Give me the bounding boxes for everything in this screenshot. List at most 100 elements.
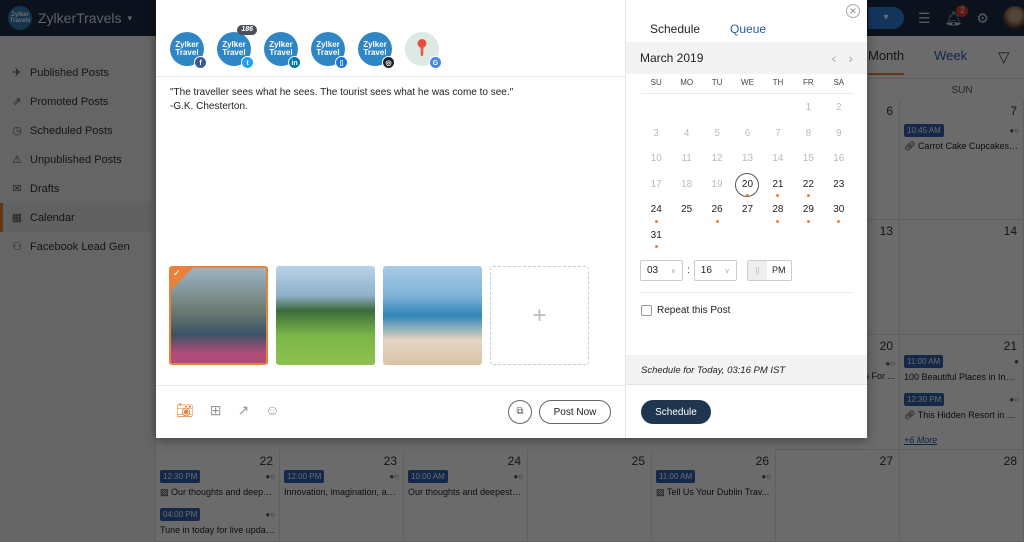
day-cell[interactable]: 24 10:00 AM ●○ Our thoughts and deepest s..… [404,450,528,542]
preview-button[interactable]: ⧉ [508,400,532,424]
day-cell[interactable]: 23 12:00 PM ●○ Innovation, imagination, an.… [280,450,404,542]
menu-icon[interactable]: ☰ [918,10,931,27]
sidebar-item-drafts[interactable]: ✉ Drafts [0,174,155,203]
day-cell[interactable]: 25 [528,450,652,542]
sidebar-item-facebook-lead-gen[interactable]: ⚇ Facebook Lead Gen [0,232,155,261]
emoji-icon[interactable]: ☺ [265,402,279,419]
account-facebook[interactable]: Zylker Travel f [170,32,207,69]
account-selector: Zylker Travel f Zylker Travel t 186 Zylker Tr… [170,25,442,69]
repeat-post-checkbox[interactable]: Repeat this Post [641,305,730,316]
media-thumbnail[interactable] [276,266,375,365]
add-media-button[interactable]: + [490,266,589,365]
date-cell: 2 [836,102,842,113]
date-cell[interactable]: 26 [702,200,732,226]
date-cell[interactable]: 29 [793,200,823,226]
hour-select[interactable]: 03 ∨ [640,260,683,281]
sidebar-item-calendar[interactable]: ▦ Calendar [0,203,155,232]
chevron-left-icon[interactable]: ‹ [832,50,837,66]
post-text-input[interactable]: "The traveller sees what he sees. The to… [170,86,513,114]
pm-option[interactable]: PM [767,261,791,280]
date-cell: 19 [711,178,723,190]
day-cell[interactable]: 26 11:00 AM ●○ ▨ Tell Us Your Dublin Trav..… [652,450,776,542]
create-dropdown-button[interactable]: ▾ [868,7,904,29]
filter-icon[interactable]: ▽ [998,48,1010,66]
share-link-icon[interactable]: ↗ [238,402,250,419]
tab-week[interactable]: Week [934,48,967,75]
more-events-link[interactable]: +6 More [904,435,1019,445]
media-thumbnail-selected[interactable]: ✓ [169,266,268,365]
sidebar-item-published-posts[interactable]: ✈ Published Posts [0,58,155,87]
calendar-event[interactable]: 04:00 PM ●○ Tune in today for live updat..… [160,508,275,535]
am-option[interactable]: || [747,261,767,280]
day-cell[interactable]: 21 11:00 AM ● 100 Beautiful Places in Indi… [900,335,1024,450]
day-cell[interactable]: 14 [900,220,1024,335]
date-cell: 16 [833,153,845,164]
brand-switcher[interactable]: Zylker Travels ZylkerTravels ▾ [8,6,132,30]
media-thumbnail[interactable] [383,266,482,365]
day-cell[interactable]: 28 [900,450,1024,542]
account-twitter[interactable]: Zylker Travel t 186 [217,25,257,69]
calendar-event[interactable]: 12:30 PM ●○ 🔗︎ This Hidden Resort in Ar... [904,393,1019,421]
weekday-header: TH [762,78,794,94]
date-cell[interactable]: 23 [824,175,854,201]
sidebar-item-scheduled-posts[interactable]: ◷ Scheduled Posts [0,116,155,145]
chevron-right-icon[interactable]: › [848,50,853,66]
event-time: 11:00 AM [904,355,944,368]
date-cell: 18 [681,178,693,190]
sidebar-item-unpublished-posts[interactable]: ⚠ Unpublished Posts [0,145,155,174]
minute-select[interactable]: 16 ∨ [693,260,737,281]
date-cell[interactable]: 31 [641,226,671,252]
social-icons: ●○ [513,472,523,481]
calendar-event[interactable]: 11:00 AM ● 100 Beautiful Places in Indi... [904,355,1019,382]
link-icon: 🔗︎ [904,410,918,420]
date-cell[interactable]: 24 [641,200,671,226]
sidebar-icon: ⚇ [12,241,22,253]
sidebar-item-promoted-posts[interactable]: ⇗ Promoted Posts [0,87,155,116]
event-time: 12:00 PM [284,470,325,483]
brand-logo: Zylker Travels [8,6,32,30]
bell-icon[interactable]: 🔔︎ 2 [945,4,969,27]
day-number: 26 [755,454,769,468]
day-cell[interactable]: 22 12:30 PM ●○ ▨ Our thoughts and deepe... 0… [156,450,280,542]
date-cell[interactable]: 22 [793,175,823,201]
date-cell[interactable]: 21 [763,175,793,201]
date-cell[interactable]: 27 [732,200,762,226]
link-icon: 🔗︎ [904,141,918,151]
calendar-event[interactable]: 12:30 PM ●○ ▨ Our thoughts and deepe... [160,470,275,498]
calendar-event[interactable]: 10:45 AM ●○ 🔗︎ Carrot Cake Cupcakes w... [904,124,1019,152]
schedule-button[interactable]: Schedule [641,400,711,424]
check-icon: ✓ [173,268,181,278]
preview-icon: ⧉ [516,406,524,417]
user-avatar[interactable] [1002,6,1024,30]
media-thumbnails: ✓ + [169,266,589,365]
calendar-event[interactable]: 12:00 PM ●○ Innovation, imagination, an... [284,470,399,497]
date-today[interactable]: 20 [732,172,762,201]
add-comment-icon[interactable]: ⊞ [210,402,222,419]
weekday-header: SU [641,78,672,94]
calendar-event[interactable]: 11:00 AM ●○ ▨ Tell Us Your Dublin Trav... [656,470,771,498]
tab-month[interactable]: Month [868,48,905,75]
date-cell[interactable]: 25 [671,200,701,226]
day-cell[interactable]: 27 [776,450,900,542]
gear-icon[interactable]: ⚙ [976,10,989,27]
account-instagram[interactable]: Zylker Travel ◎ [358,32,395,69]
post-now-button[interactable]: Post Now [539,400,611,424]
calendar-event[interactable]: 10:00 AM ●○ Our thoughts and deepest s... [408,470,523,497]
date-cell[interactable]: 30 [824,200,854,226]
close-icon[interactable]: ✕ [846,4,860,18]
account-google-my-business-page[interactable]: Zylker Travel ▯ [311,32,348,69]
account-name: Zylker Travel [316,40,340,57]
date-cell[interactable]: 28 [763,200,793,226]
composer-toolbar: 📷︎ ⊞ ↗ ☺ [176,402,280,419]
sidebar-item-label: Scheduled Posts [30,124,113,137]
minute-value: 16 [700,265,712,276]
sidebar-item-label: Drafts [30,182,60,195]
checkbox[interactable] [641,305,652,316]
camera-icon[interactable]: 📷︎ [176,402,194,419]
account-linkedin[interactable]: Zylker Travel in [264,32,301,69]
date-cell: 5 [714,127,720,139]
day-cell[interactable]: 7 10:45 AM ●○ 🔗︎ Carrot Cake Cupcakes w... [900,100,1024,220]
day-number: 27 [879,454,893,468]
weekday-header: WE [732,78,763,94]
account-google-my-business[interactable]: 📍︎ G [405,32,442,69]
